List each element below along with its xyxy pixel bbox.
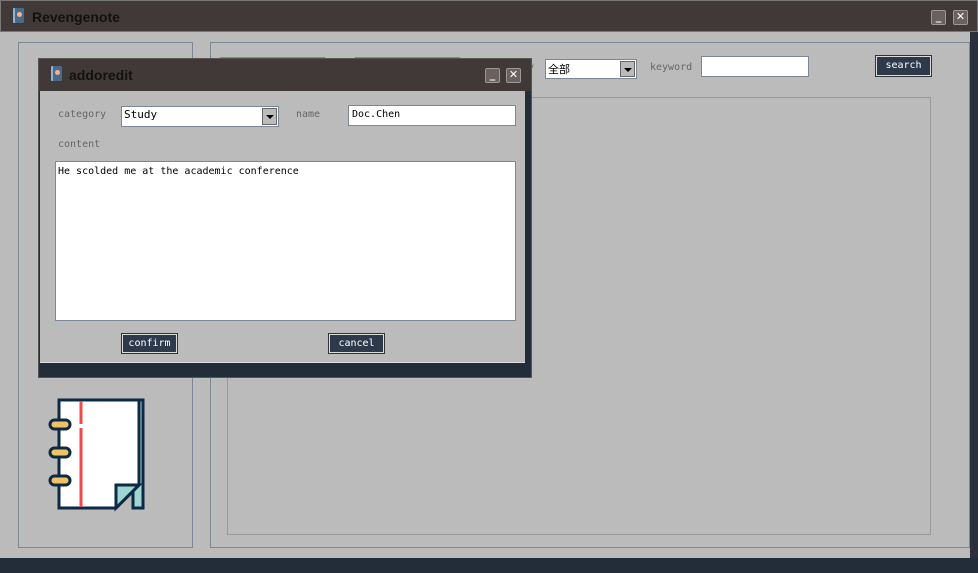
minimize-icon[interactable]: _ (931, 10, 946, 25)
name-input[interactable]: Doc.Chen (348, 105, 516, 126)
category-select[interactable]: Study (121, 106, 279, 127)
notebook-logo-icon (48, 398, 145, 512)
bottom-bar (0, 558, 978, 573)
category-label: category (58, 109, 107, 120)
close-icon[interactable]: ✕ (506, 68, 521, 83)
content-label: content (58, 139, 101, 150)
dialog-title-bar: addoredit _ ✕ (39, 59, 531, 91)
keyword-label: keyword (650, 62, 693, 73)
dialog-title: addoredit (69, 67, 133, 83)
dialog-body: category Study name Doc.Chen content He … (40, 91, 525, 363)
category-value: Study (124, 108, 158, 121)
name-label: name (296, 109, 321, 120)
keyword-input[interactable] (701, 56, 809, 77)
right-edge (970, 32, 978, 573)
close-icon[interactable]: ✕ (953, 10, 968, 25)
chevron-down-icon[interactable] (262, 108, 277, 125)
category-filter-value: 全部 (548, 63, 570, 76)
search-button[interactable]: search (875, 55, 932, 77)
main-title-bar: Revengenote _ ✕ (0, 0, 978, 32)
addoredit-dialog: addoredit _ ✕ category Study name Doc.Ch… (38, 58, 532, 378)
window-title: Revengenote (32, 9, 120, 25)
notebook-icon (51, 66, 62, 81)
minimize-icon[interactable]: _ (485, 68, 500, 83)
category-filter-select[interactable]: 全部 (545, 59, 637, 79)
cancel-button[interactable]: cancel (328, 333, 385, 354)
confirm-button[interactable]: confirm (121, 333, 178, 354)
chevron-down-icon[interactable] (620, 61, 635, 77)
content-textarea[interactable]: He scolded me at the academic conference (55, 161, 516, 321)
notebook-icon (13, 8, 24, 23)
